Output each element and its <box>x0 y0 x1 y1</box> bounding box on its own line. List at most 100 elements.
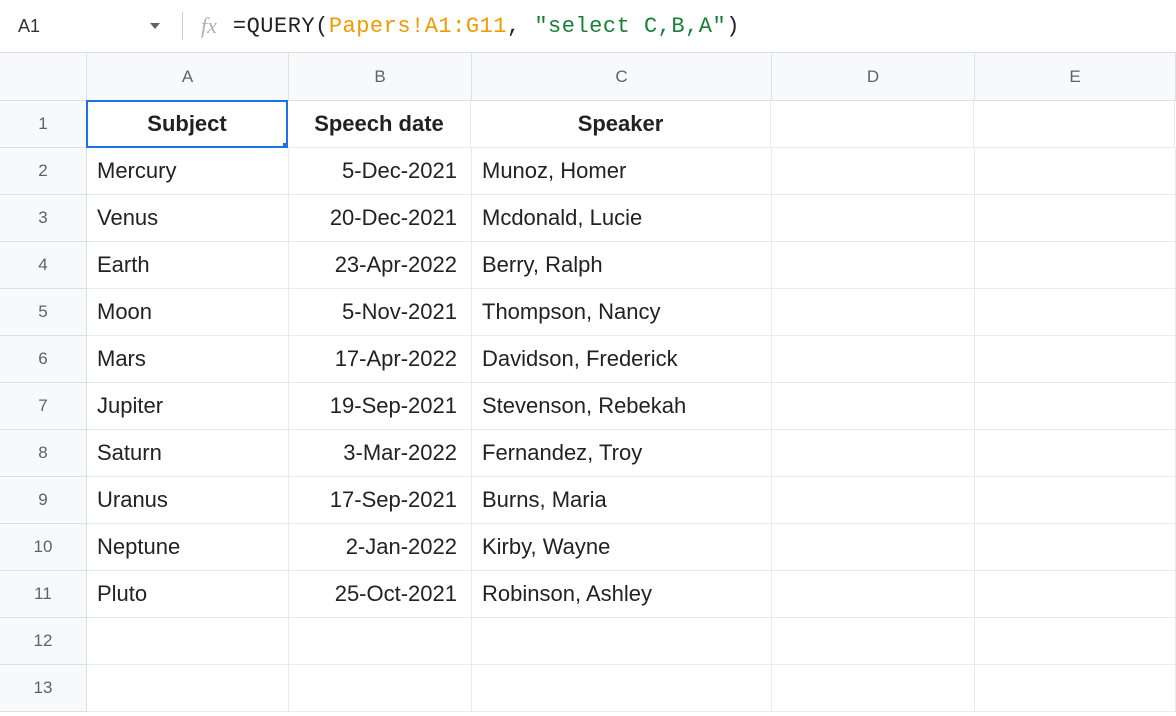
cell[interactable] <box>772 242 975 289</box>
cell[interactable] <box>975 242 1176 289</box>
cell[interactable]: Thompson, Nancy <box>472 289 772 336</box>
cell[interactable]: Mcdonald, Lucie <box>472 195 772 242</box>
cell[interactable]: Speech date <box>288 101 471 148</box>
cell[interactable] <box>975 571 1176 618</box>
cell[interactable]: 2-Jan-2022 <box>289 524 472 571</box>
cell[interactable] <box>974 101 1175 148</box>
cell[interactable] <box>975 289 1176 336</box>
table-row: Venus 20-Dec-2021 Mcdonald, Lucie <box>87 195 1176 242</box>
cell[interactable] <box>472 665 772 712</box>
cell[interactable]: Robinson, Ashley <box>472 571 772 618</box>
cell[interactable] <box>772 618 975 665</box>
row-header[interactable]: 12 <box>0 618 87 665</box>
cell[interactable]: Kirby, Wayne <box>472 524 772 571</box>
cell[interactable]: Neptune <box>87 524 289 571</box>
cell[interactable]: 19-Sep-2021 <box>289 383 472 430</box>
cell[interactable] <box>289 665 472 712</box>
row-header[interactable]: 11 <box>0 571 87 618</box>
column-header-a[interactable]: A <box>87 53 289 101</box>
cell[interactable] <box>975 477 1176 524</box>
row-header[interactable]: 4 <box>0 242 87 289</box>
cell[interactable] <box>772 430 975 477</box>
table-row: Neptune 2-Jan-2022 Kirby, Wayne <box>87 524 1176 571</box>
cell[interactable] <box>975 148 1176 195</box>
selection-handle[interactable] <box>282 142 288 148</box>
cell[interactable] <box>771 101 974 148</box>
cell[interactable] <box>772 148 975 195</box>
row-header[interactable]: 9 <box>0 477 87 524</box>
cell[interactable] <box>772 336 975 383</box>
row-header[interactable]: 7 <box>0 383 87 430</box>
cell[interactable] <box>975 430 1176 477</box>
cell[interactable] <box>772 289 975 336</box>
cell[interactable] <box>975 665 1176 712</box>
row-header[interactable]: 8 <box>0 430 87 477</box>
row-header[interactable]: 2 <box>0 148 87 195</box>
cell[interactable]: Pluto <box>87 571 289 618</box>
column-header-c[interactable]: C <box>472 53 772 101</box>
row-header[interactable]: 3 <box>0 195 87 242</box>
cell[interactable]: Stevenson, Rebekah <box>472 383 772 430</box>
cell[interactable] <box>772 524 975 571</box>
cell[interactable]: 20-Dec-2021 <box>289 195 472 242</box>
cell[interactable] <box>975 336 1176 383</box>
row-headers: 1 2 3 4 5 6 7 8 9 10 11 12 13 <box>0 53 87 712</box>
cell[interactable] <box>772 195 975 242</box>
select-all-corner[interactable] <box>0 53 87 101</box>
column-header-d[interactable]: D <box>772 53 975 101</box>
cell[interactable]: Jupiter <box>87 383 289 430</box>
cell[interactable] <box>975 524 1176 571</box>
cell[interactable]: Burns, Maria <box>472 477 772 524</box>
formula-bar: A1 fx =QUERY(Papers!A1:G11, "select C,B,… <box>0 0 1176 53</box>
cell[interactable] <box>772 477 975 524</box>
column-header-b[interactable]: B <box>289 53 472 101</box>
cell[interactable]: 17-Apr-2022 <box>289 336 472 383</box>
row-header[interactable]: 10 <box>0 524 87 571</box>
cell[interactable]: Fernandez, Troy <box>472 430 772 477</box>
cell[interactable] <box>975 618 1176 665</box>
row-header[interactable]: 13 <box>0 665 87 712</box>
cell[interactable] <box>772 383 975 430</box>
cell[interactable]: Moon <box>87 289 289 336</box>
cell-value: Subject <box>147 111 226 137</box>
table-row: Mercury 5-Dec-2021 Munoz, Homer <box>87 148 1176 195</box>
column-header-e[interactable]: E <box>975 53 1176 101</box>
spreadsheet-grid: 1 2 3 4 5 6 7 8 9 10 11 12 13 A B C D E … <box>0 53 1176 712</box>
cell[interactable] <box>87 665 289 712</box>
cell[interactable]: Mars <box>87 336 289 383</box>
table-row <box>87 665 1176 712</box>
table-row: Moon 5-Nov-2021 Thompson, Nancy <box>87 289 1176 336</box>
cell[interactable]: Uranus <box>87 477 289 524</box>
cell[interactable] <box>975 195 1176 242</box>
cell[interactable]: 5-Dec-2021 <box>289 148 472 195</box>
cell[interactable]: Saturn <box>87 430 289 477</box>
cell[interactable]: Earth <box>87 242 289 289</box>
cell[interactable]: Berry, Ralph <box>472 242 772 289</box>
cell[interactable] <box>87 618 289 665</box>
table-row: Mars 17-Apr-2022 Davidson, Frederick <box>87 336 1176 383</box>
cell[interactable]: Munoz, Homer <box>472 148 772 195</box>
cell[interactable] <box>472 618 772 665</box>
cell[interactable]: Mercury <box>87 148 289 195</box>
fx-icon: fx <box>201 13 217 39</box>
cell[interactable]: 17-Sep-2021 <box>289 477 472 524</box>
row-header[interactable]: 1 <box>0 101 87 148</box>
cell-a1-selected[interactable]: Subject <box>86 100 288 148</box>
formula-input[interactable]: =QUERY(Papers!A1:G11, "select C,B,A") <box>233 14 1168 39</box>
cell[interactable] <box>772 571 975 618</box>
cell[interactable]: Venus <box>87 195 289 242</box>
formula-string: "select C,B,A" <box>534 14 726 39</box>
cell[interactable]: 5-Nov-2021 <box>289 289 472 336</box>
cell[interactable]: Speaker <box>471 101 771 148</box>
cell[interactable]: Davidson, Frederick <box>472 336 772 383</box>
cell[interactable]: 23-Apr-2022 <box>289 242 472 289</box>
cell[interactable] <box>975 383 1176 430</box>
cell[interactable]: 3-Mar-2022 <box>289 430 472 477</box>
cell[interactable]: 25-Oct-2021 <box>289 571 472 618</box>
cell[interactable] <box>772 665 975 712</box>
cell[interactable] <box>289 618 472 665</box>
row-header[interactable]: 5 <box>0 289 87 336</box>
row-header[interactable]: 6 <box>0 336 87 383</box>
chevron-down-icon[interactable] <box>150 23 160 29</box>
name-box[interactable]: A1 <box>8 8 170 44</box>
